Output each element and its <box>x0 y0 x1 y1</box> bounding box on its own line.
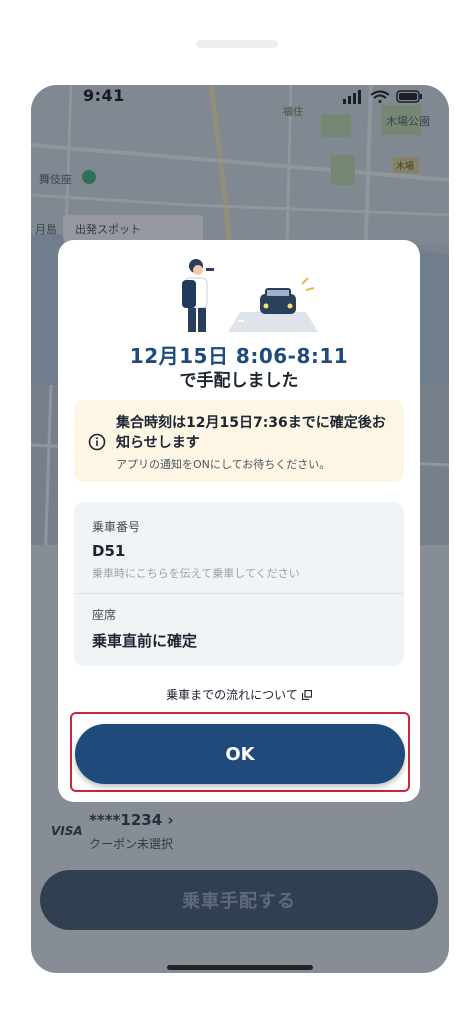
boarding-flow-link[interactable]: 乗車までの流れについて <box>58 686 420 703</box>
info-icon <box>88 433 106 451</box>
notice-box: 集合時刻は12月15日7:36までに確定後お知らせします アプリの通知をONにし… <box>74 400 404 482</box>
boarding-number-value: D51 <box>92 542 126 560</box>
boarding-flow-link-text[interactable]: 乗車までの流れについて <box>166 688 298 702</box>
home-indicator <box>167 965 313 970</box>
seat-value: 乗車直前に確定 <box>92 632 198 650</box>
device-speaker <box>196 40 278 48</box>
notice-title: 集合時刻は12月15日7:36までに確定後お知らせします <box>116 415 386 451</box>
boarding-number-label: 乗車番号 <box>92 520 141 534</box>
seat-label: 座席 <box>92 608 117 622</box>
dialog-title-message: で手配しました <box>179 371 299 391</box>
notice-subtitle: アプリの通知をONにしてお待ちください。 <box>116 458 331 471</box>
dialog-title-time: 12月15日 8:06-8:11 <box>129 344 349 368</box>
passenger-waiting-illustration <box>182 259 318 332</box>
boarding-number-hint: 乗車時にこちらを伝えて乗車してください <box>92 567 300 580</box>
info-divider <box>74 593 404 594</box>
external-link-icon <box>301 689 312 701</box>
ride-info-card: 乗車番号 D51 乗車時にこちらを伝えて乗車してください 座席 乗車直前に確定 <box>74 502 404 666</box>
ok-button[interactable]: OK <box>75 724 405 784</box>
